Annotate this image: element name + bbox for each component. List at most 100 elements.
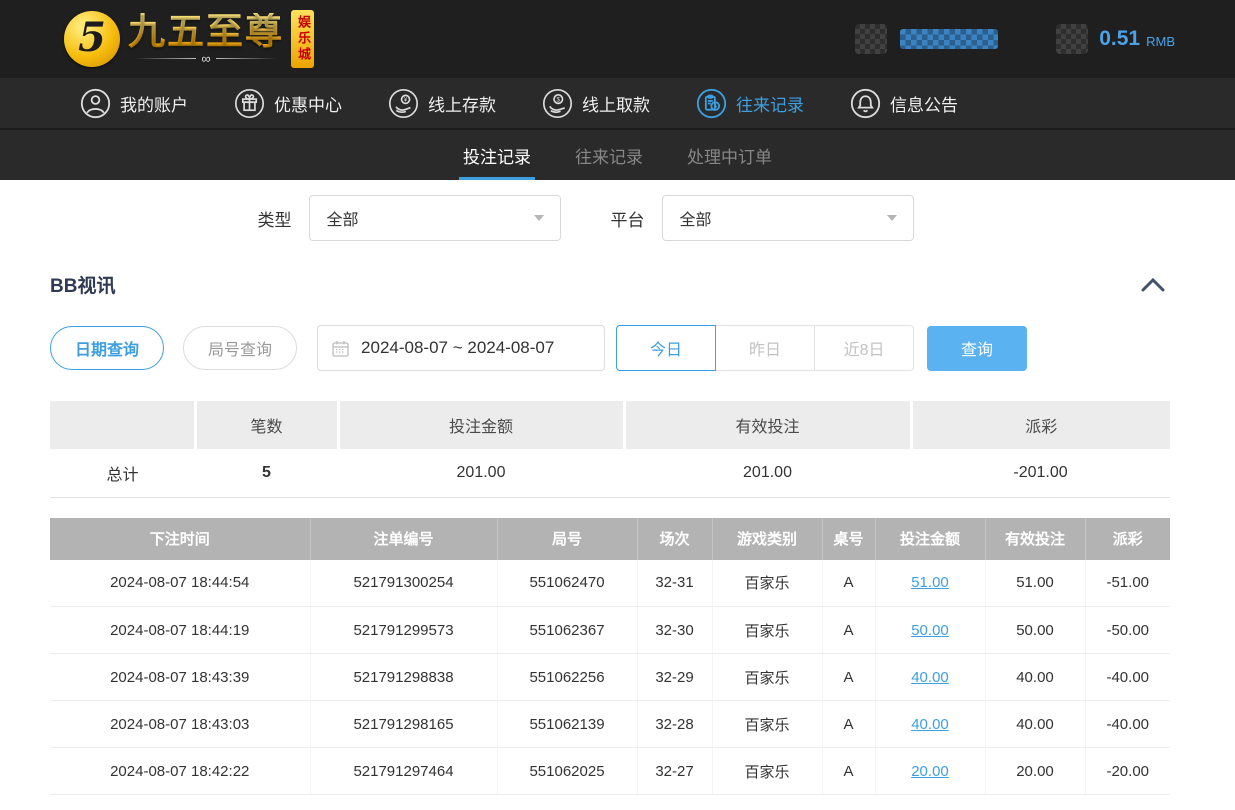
username-censored [900,29,998,49]
query-toolbar: 日期查询 局号查询 2024-08-07 ~ 2024-08-07 今日 昨日 … [50,325,1235,371]
platform-select[interactable]: 全部 [662,195,914,241]
bet-records-table: 下注时间 注单编号 局号 场次 游戏类别 桌号 投注金额 有效投注 派彩 202… [50,518,1170,796]
nav-label: 信息公告 [890,91,958,116]
game-type: 百家乐 [712,654,822,701]
section-title-bb-video: BB视讯 [50,271,115,298]
date-query-button[interactable]: 日期查询 [50,326,164,370]
bet-amount-link[interactable]: 50.00 [911,622,949,639]
bet-time: 2024-08-07 18:44:19 [50,607,310,654]
nav-item-transaction-records[interactable]: 往来记录 [696,88,804,119]
type-select-value: 全部 [327,206,359,230]
collapse-section-button[interactable] [1141,278,1165,292]
total-payout: -201.00 [911,449,1170,497]
calendar-icon [332,340,349,357]
bet-time: 2024-08-07 18:42:22 [50,748,310,795]
col-round-number: 局号 [497,518,637,560]
round-number: 551062025 [497,748,637,795]
total-count: 5 [195,449,338,497]
filter-row: 类型 全部 平台 全部 [0,195,1171,241]
nav-label: 线上取款 [582,91,650,116]
col-game-type: 游戏类别 [712,518,822,560]
total-bet-amount: 201.00 [338,449,624,497]
active-tab-underline [459,177,535,180]
records-header-row: 下注时间 注单编号 局号 场次 游戏类别 桌号 投注金额 有效投注 派彩 [50,518,1170,560]
tab-transaction-records[interactable]: 往来记录 [573,130,645,180]
query-button[interactable]: 查询 [927,326,1027,371]
withdraw-icon: $ [542,88,573,119]
table-row: 2024-08-07 18:44:54 521791300254 5510624… [50,560,1170,607]
nav-item-announcements[interactable]: 信息公告 [850,88,958,119]
tab-betting-records[interactable]: 投注记录 [461,130,533,180]
table-row: 2024-08-07 18:43:03 521791298165 5510621… [50,701,1170,748]
yesterday-button[interactable]: 昨日 [715,325,815,371]
summary-header-bet-amount: 投注金额 [338,401,624,449]
valid-bet: 40.00 [985,654,1085,701]
valid-bet: 20.00 [985,748,1085,795]
col-session: 场次 [637,518,712,560]
site-logo[interactable]: 5 九五至尊 ∞ 娱乐城 [64,10,314,68]
today-button[interactable]: 今日 [616,325,716,371]
bet-amount-link[interactable]: 40.00 [911,716,949,733]
col-table-number: 桌号 [822,518,875,560]
type-select[interactable]: 全部 [309,195,561,241]
type-filter-label: 类型 [258,206,292,231]
payout: -40.00 [1085,701,1170,748]
table-number: A [822,560,875,607]
nav-label: 线上存款 [428,91,496,116]
valid-bet: 51.00 [985,560,1085,607]
nav-item-my-account[interactable]: 我的账户 [80,88,188,119]
round-number: 551062367 [497,607,637,654]
bet-time: 2024-08-07 18:43:03 [50,701,310,748]
game-type: 百家乐 [712,560,822,607]
nav-item-online-deposit[interactable]: ¥ 线上存款 [388,88,496,119]
user-avatar-censored[interactable] [855,24,887,54]
round-number: 551062139 [497,701,637,748]
session: 32-29 [637,654,712,701]
col-bet-amount: 投注金额 [875,518,985,560]
bet-amount-link[interactable]: 20.00 [911,763,949,780]
payout: -20.00 [1085,748,1170,795]
balance-currency: RMB [1146,34,1175,49]
chevron-up-icon [1141,278,1165,292]
session: 32-31 [637,560,712,607]
bet-time: 2024-08-07 18:44:54 [50,560,310,607]
session: 32-28 [637,701,712,748]
valid-bet: 40.00 [985,701,1085,748]
nav-item-online-withdraw[interactable]: $ 线上取款 [542,88,650,119]
bet-amount-link[interactable]: 40.00 [911,669,949,686]
nav-label: 往来记录 [736,91,804,116]
date-range-input[interactable]: 2024-08-07 ~ 2024-08-07 [317,325,605,371]
bet-amount-link[interactable]: 51.00 [911,574,949,591]
bet-time: 2024-08-07 18:43:39 [50,654,310,701]
date-preset-group: 今日 昨日 近8日 [616,325,914,371]
col-bet-time: 下注时间 [50,518,310,560]
table-row: 2024-08-07 18:42:22 521791297464 5510620… [50,748,1170,795]
deposit-icon: ¥ [388,88,419,119]
summary-header-row: 笔数 投注金额 有效投注 派彩 [50,401,1170,449]
date-range-value: 2024-08-07 ~ 2024-08-07 [361,338,554,358]
wallet-icon-censored [1056,24,1088,54]
balance-amount: 0.51 [1099,27,1140,51]
summary-header-payout: 派彩 [911,401,1170,449]
summary-table: 笔数 投注金额 有效投注 派彩 总计 5 201.00 201.00 -201.… [50,401,1170,498]
total-valid-bet: 201.00 [624,449,911,497]
last-8-days-button[interactable]: 近8日 [814,325,914,371]
col-valid-bet: 有效投注 [985,518,1085,560]
tab-processing-orders[interactable]: 处理中订单 [685,130,774,180]
logo-flourish: ∞ [134,52,278,65]
summary-header-empty [50,401,195,449]
table-row: 2024-08-07 18:44:19 521791299573 5510623… [50,607,1170,654]
order-number: 521791298838 [310,654,497,701]
round-query-button[interactable]: 局号查询 [183,326,297,370]
bell-icon [850,88,881,119]
order-number: 521791300254 [310,560,497,607]
payout: -40.00 [1085,654,1170,701]
entertainment-city-badge: 娱乐城 [291,10,314,68]
main-nav: 我的账户 优惠中心 ¥ 线上存款 $ 线上取款 [0,78,1235,130]
summary-total-row: 总计 5 201.00 201.00 -201.00 [50,449,1170,497]
brand-name: 九五至尊 [128,13,284,52]
nav-label: 优惠中心 [274,91,342,116]
total-label: 总计 [50,449,195,497]
nav-item-promotions[interactable]: 优惠中心 [234,88,342,119]
summary-header-count: 笔数 [195,401,338,449]
